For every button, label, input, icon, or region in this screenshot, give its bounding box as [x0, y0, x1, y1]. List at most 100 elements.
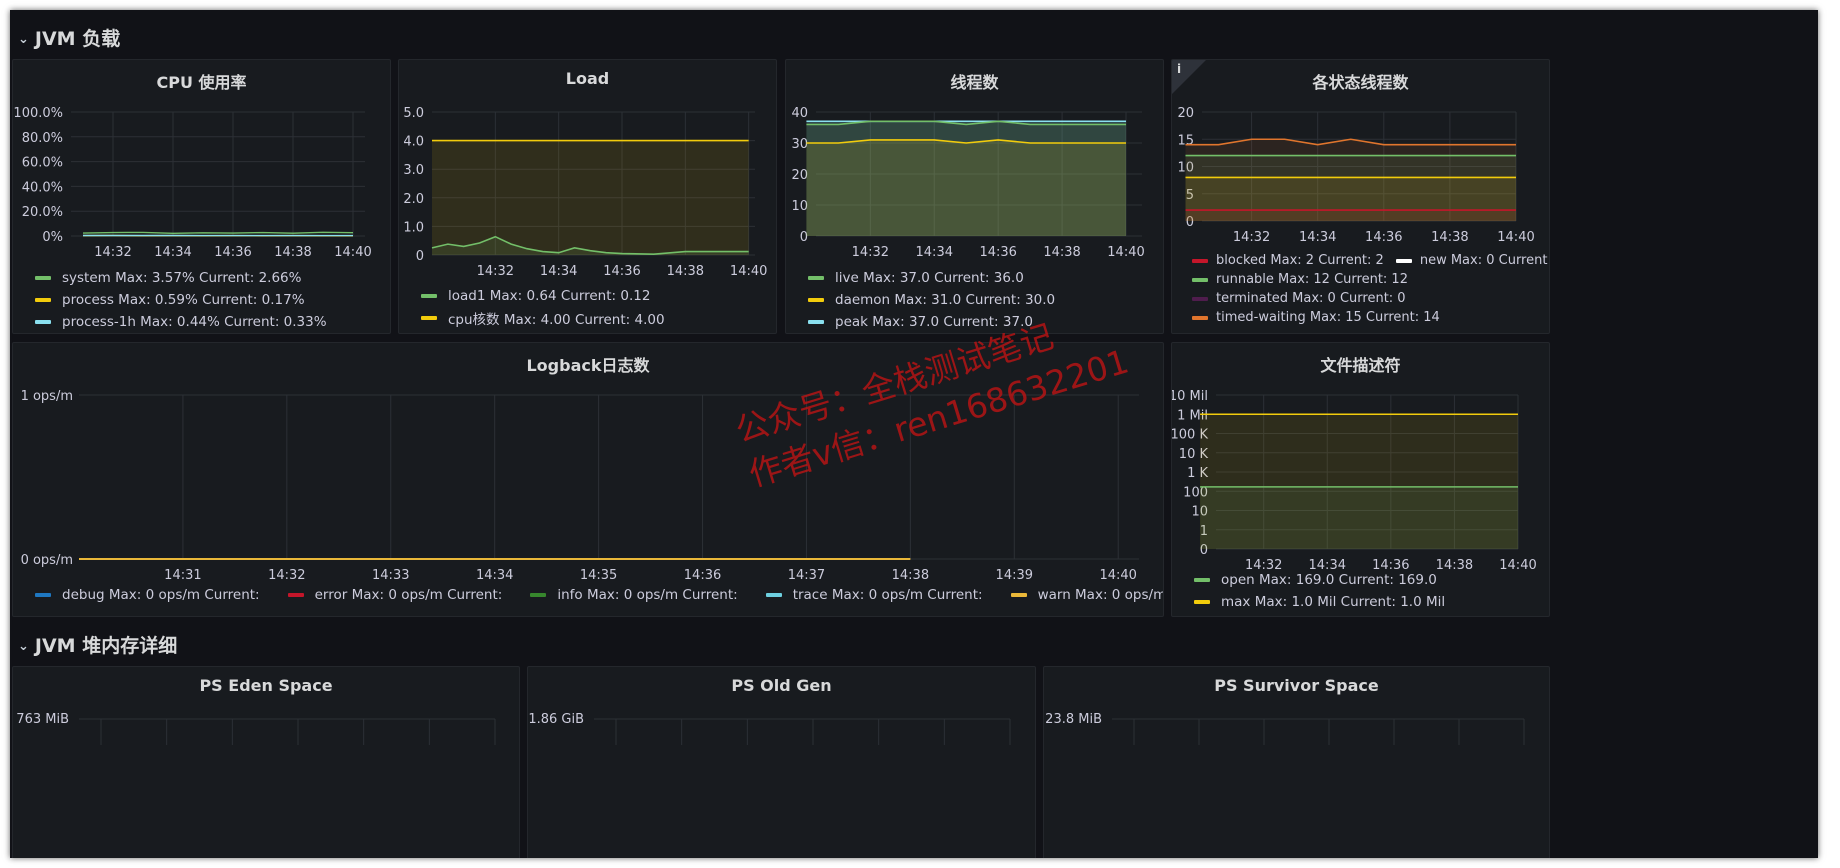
legend-label: max Max: 1.0 Mil Current: 1.0 Mil: [1221, 594, 1446, 610]
legend-row: terminated Max: 0 Current: 0: [1192, 289, 1549, 308]
panel-ps-eden-space[interactable]: PS Eden Space 763 MiB: [12, 666, 520, 858]
legend-item[interactable]: process Max: 0.59% Current: 0.17%: [35, 289, 327, 311]
x-tick-label: 14:33: [372, 568, 409, 583]
x-tick-label: 14:36: [979, 245, 1016, 260]
legend-item[interactable]: warn Max: 0 ops/m Current:: [1010, 587, 1163, 603]
legend-label: trace Max: 0 ops/m Current:: [792, 587, 983, 603]
row-title-label: JVM 堆内存详细: [34, 635, 178, 657]
x-tick-label: 14:37: [788, 568, 825, 583]
y-tick-label: 40: [791, 106, 808, 121]
panel-title[interactable]: Load: [399, 69, 776, 88]
legend-item[interactable]: open Max: 169.0 Current: 169.0: [1194, 569, 1445, 591]
legend: live Max: 37.0 Current: 36.0 daemon Max: …: [808, 267, 1055, 333]
chevron-down-icon[interactable]: ⌄: [18, 639, 29, 654]
x-tick-label: 14:36: [214, 245, 251, 260]
x-tick-label: 14:38: [1043, 245, 1080, 260]
logback-chart[interactable]: 0 ops/m 1 ops/m 14:31 14:32 14:33 14:34 14:35 1…: [13, 383, 1163, 603]
panel-logback[interactable]: Logback日志数 0 ops/m 1 ops/m 14:31 14:32 14:33…: [12, 342, 1164, 617]
y-tick-label: 1.0: [403, 220, 424, 235]
panel-thread-states[interactable]: i 各状态线程数 0 5 10 15 20 14:32 14:34 14:36 14:38 14:…: [1171, 59, 1550, 334]
x-tick-label: 14:40: [1497, 230, 1534, 245]
legend-swatch: [808, 298, 824, 302]
panel-title[interactable]: PS Survivor Space: [1044, 676, 1549, 695]
legend-row: runnable Max: 12 Current: 12: [1192, 270, 1549, 289]
legend-label: daemon Max: 31.0 Current: 30.0: [835, 292, 1056, 308]
legend-swatch: [1192, 315, 1208, 320]
panel-title[interactable]: 各状态线程数: [1172, 69, 1549, 93]
panel-title[interactable]: Logback日志数: [13, 352, 1163, 376]
legend-item[interactable]: peak Max: 37.0 Current: 37.0: [808, 311, 1055, 333]
old-gen-chart[interactable]: 1.86 GiB: [528, 705, 1035, 745]
panel-file-descriptors[interactable]: 文件描述符 0 1 10 100 1 K 10 K 100 K1 Mil 10 Mil 14:3…: [1171, 342, 1550, 617]
panel-cpu-usage[interactable]: CPU 使用率 0% 20.0% 40.0% 60.0% 80.0% 100.0% 14:3…: [12, 59, 391, 334]
dashboard: ⌄ JVM 负载 CPU 使用率 0% 20.0% 40.0% 60.0% 80.0% 10…: [10, 10, 1818, 858]
legend-row: timed-waiting Max: 15 Current: 14: [1192, 308, 1549, 327]
legend-swatch: [808, 320, 824, 324]
panel-ps-old-gen[interactable]: PS Old Gen 1.86 GiB: [527, 666, 1036, 858]
legend-item[interactable]: runnable Max: 12 Current: 12: [1192, 272, 1408, 287]
legend-item[interactable]: timed-waiting Max: 15 Current: 14: [1192, 310, 1440, 325]
x-tick-label: 14:38: [1431, 230, 1468, 245]
panel-title[interactable]: PS Eden Space: [13, 676, 519, 695]
y-tick-label: 100.0%: [13, 106, 63, 121]
legend-label: blocked Max: 2 Current: 2: [1216, 253, 1384, 268]
y-tick-label: 0%: [42, 230, 63, 245]
legend-item[interactable]: error Max: 0 ops/m Current:: [287, 587, 502, 603]
legend-swatch: [530, 593, 547, 597]
legend-label: load1 Max: 0.64 Current: 0.12: [448, 288, 651, 304]
row-jvm-load[interactable]: ⌄ JVM 负载: [18, 24, 120, 51]
legend-item[interactable]: load1 Max: 0.64 Current: 0.12: [421, 285, 665, 307]
legend-swatch: [1194, 578, 1210, 582]
y-tick-label: 1 ops/m: [21, 389, 73, 404]
legend: open Max: 169.0 Current: 169.0 max Max: 1…: [1194, 569, 1445, 613]
legend-label: terminated Max: 0 Current: 0: [1216, 291, 1406, 306]
legend-swatch: [808, 276, 824, 280]
panel-title[interactable]: CPU 使用率: [13, 69, 390, 93]
legend-swatch: [1395, 258, 1412, 263]
x-tick-label: 14:39: [996, 568, 1033, 583]
legend-swatch: [287, 593, 304, 597]
series-area: [1200, 486, 1518, 549]
panel-thread-count[interactable]: 线程数 0 10 20 30 40 14:32 14:34 14:36 14:38 14:40 l…: [785, 59, 1164, 334]
legend-item[interactable]: new Max: 0 Current: 0: [1395, 253, 1549, 268]
legend-item[interactable]: terminated Max: 0 Current: 0: [1192, 291, 1406, 306]
legend-item[interactable]: debug Max: 0 ops/m Current:: [35, 587, 260, 603]
legend-item[interactable]: info Max: 0 ops/m Current:: [530, 587, 738, 603]
legend-swatch: [1192, 277, 1208, 282]
legend: blocked Max: 2 Current: 2 new Max: 0 Curr…: [1192, 251, 1549, 327]
legend-swatch: [1194, 600, 1210, 604]
row-jvm-heap[interactable]: ⌄ JVM 堆内存详细: [18, 631, 177, 658]
panel-title[interactable]: PS Old Gen: [528, 676, 1035, 695]
x-tick-label: 14:34: [916, 245, 953, 260]
x-tick-label: 14:32: [94, 245, 131, 260]
survivor-chart[interactable]: 23.8 MiB: [1044, 705, 1549, 745]
x-tick-label: 14:40: [730, 264, 767, 279]
x-tick-label: 14:31: [164, 568, 201, 583]
x-tick-label: 14:34: [540, 264, 577, 279]
x-tick-label: 14:36: [1365, 230, 1402, 245]
legend-label: peak Max: 37.0 Current: 37.0: [835, 314, 1033, 330]
panel-load[interactable]: Load 0 1.0 2.0 3.0 4.0 5.0 14:32 14:34 14:36 14:3…: [398, 59, 777, 334]
chevron-down-icon[interactable]: ⌄: [18, 32, 29, 47]
legend-item[interactable]: trace Max: 0 ops/m Current:: [765, 587, 983, 603]
y-tick-label: 23.8 MiB: [1045, 712, 1102, 727]
panel-ps-survivor-space[interactable]: PS Survivor Space 23.8 MiB: [1043, 666, 1550, 858]
legend-label: system Max: 3.57% Current: 2.66%: [62, 270, 302, 286]
legend-item[interactable]: daemon Max: 31.0 Current: 30.0: [808, 289, 1055, 311]
legend-label: process Max: 0.59% Current: 0.17%: [62, 292, 305, 308]
x-tick-label: 14:40: [1107, 245, 1144, 260]
y-tick-label: 20.0%: [22, 205, 63, 220]
legend-item[interactable]: live Max: 37.0 Current: 36.0: [808, 267, 1055, 289]
panel-title[interactable]: 线程数: [786, 69, 1163, 93]
panel-title[interactable]: 文件描述符: [1172, 352, 1549, 376]
x-tick-label: 14:32: [1233, 230, 1270, 245]
legend-item[interactable]: process-1h Max: 0.44% Current: 0.33%: [35, 311, 327, 333]
legend-item[interactable]: blocked Max: 2 Current: 2: [1192, 253, 1384, 268]
eden-chart[interactable]: 763 MiB: [13, 705, 519, 745]
y-tick-label: 60.0%: [22, 156, 63, 171]
legend-item[interactable]: cpu核数 Max: 4.00 Current: 4.00: [421, 307, 665, 329]
legend-item[interactable]: system Max: 3.57% Current: 2.66%: [35, 267, 327, 289]
series-area: [806, 139, 1127, 236]
y-tick-label: 4.0: [403, 135, 424, 150]
legend-item[interactable]: max Max: 1.0 Mil Current: 1.0 Mil: [1194, 591, 1445, 613]
